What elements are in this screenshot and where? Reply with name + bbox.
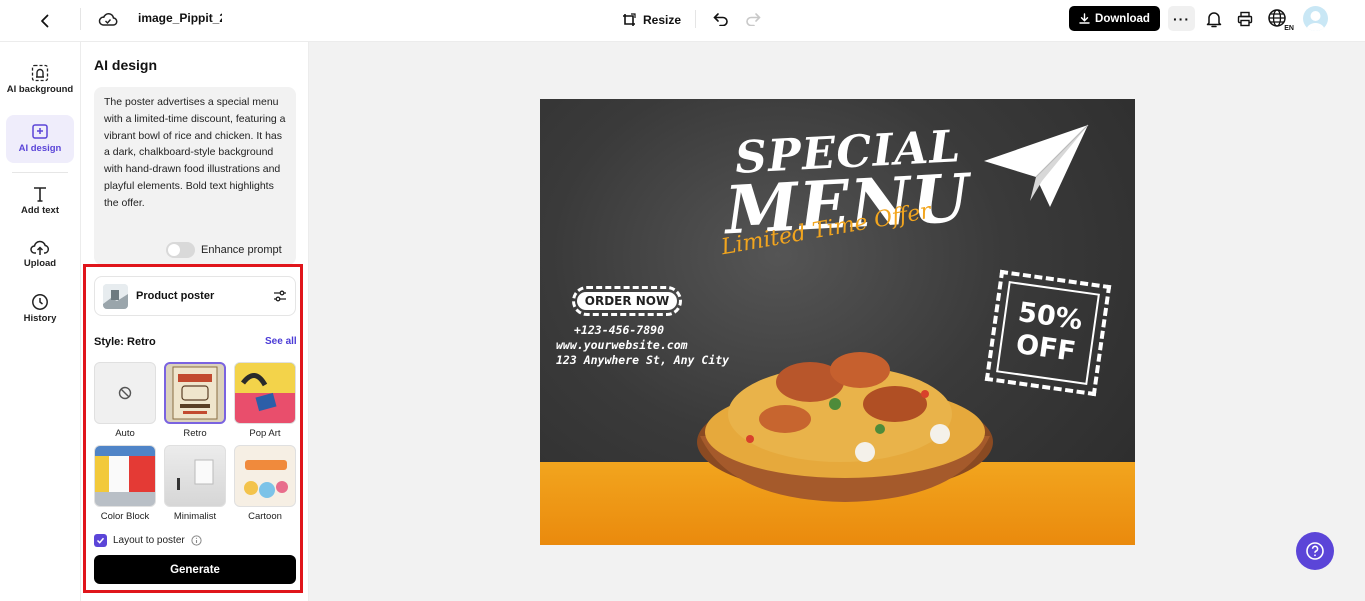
ai-background-icon xyxy=(31,64,49,81)
printer-icon xyxy=(1237,11,1253,27)
help-icon xyxy=(1306,542,1324,560)
info-icon[interactable] xyxy=(191,535,202,546)
style-label: Minimalist xyxy=(173,511,217,522)
offer-badge: 50% OFF xyxy=(984,269,1112,397)
file-name[interactable]: image_Pippit_20 xyxy=(138,11,222,25)
layout-to-poster-checkbox[interactable] xyxy=(94,534,107,547)
product-poster-selector[interactable]: Product poster xyxy=(94,276,296,316)
generate-button[interactable]: Generate xyxy=(94,555,296,584)
undo-icon xyxy=(713,13,728,26)
divider xyxy=(12,172,68,173)
style-label: Pop Art xyxy=(249,428,281,439)
more-button[interactable]: ··· xyxy=(1168,6,1195,31)
download-label: Download xyxy=(1095,12,1150,25)
rail-label: AI design xyxy=(18,142,62,154)
layout-to-poster-label: Layout to poster xyxy=(113,535,185,546)
product-poster-label: Product poster xyxy=(136,290,215,302)
download-icon xyxy=(1079,13,1090,24)
prompt-textarea[interactable]: The poster advertises a special menu wit… xyxy=(94,87,296,265)
rail-item-ai-background[interactable]: AI background xyxy=(6,54,74,106)
style-thumb-retro xyxy=(164,362,226,424)
more-icon: ··· xyxy=(1173,10,1190,27)
rail-item-ai-design[interactable]: AI design xyxy=(6,115,74,163)
style-card-retro[interactable]: Retro xyxy=(164,362,226,439)
language-code: EN xyxy=(1284,25,1294,32)
order-now-label: ORDER NOW xyxy=(576,292,678,310)
check-icon xyxy=(96,537,105,544)
upload-icon xyxy=(30,241,49,256)
style-thumb-color-block xyxy=(94,445,156,507)
prompt-text[interactable]: The poster advertises a special menu wit… xyxy=(104,94,288,212)
style-title: Style: Retro xyxy=(94,336,156,348)
style-card-minimalist[interactable]: Minimalist xyxy=(164,445,226,522)
product-poster-thumbnail xyxy=(103,283,128,309)
cloud-icon xyxy=(98,13,118,26)
food-bowl-image xyxy=(697,352,993,502)
style-card-auto[interactable]: Auto xyxy=(94,362,156,439)
poster-canvas[interactable]: SPECIAL MENU Limited Time Offer ORDER NO… xyxy=(540,99,1135,545)
printer-button[interactable] xyxy=(1234,8,1256,30)
style-label: Auto xyxy=(115,428,135,439)
user-avatar-icon xyxy=(1306,11,1325,31)
style-card-cartoon[interactable]: Cartoon xyxy=(234,445,296,522)
resize-button[interactable]: Resize xyxy=(622,8,681,32)
cloud-save-button[interactable] xyxy=(96,8,120,32)
style-thumb-auto xyxy=(94,362,156,424)
undo-button[interactable] xyxy=(710,8,732,30)
avatar[interactable] xyxy=(1303,6,1328,31)
rail-label: Upload xyxy=(23,258,57,270)
ai-design-icon xyxy=(32,124,48,139)
divider xyxy=(695,10,696,28)
help-button[interactable] xyxy=(1296,532,1334,570)
panel-title: AI design xyxy=(94,57,158,73)
bell-icon xyxy=(1206,12,1222,28)
paper-plane-icon xyxy=(984,124,1089,207)
notifications-button[interactable] xyxy=(1203,8,1225,30)
style-label: Cartoon xyxy=(248,511,282,522)
sliders-icon[interactable] xyxy=(273,289,287,303)
style-label: Retro xyxy=(183,428,207,439)
offer-off: OFF xyxy=(1014,328,1078,368)
language-button[interactable]: EN xyxy=(1265,6,1295,32)
enhance-prompt-toggle-row[interactable]: Enhance prompt xyxy=(166,242,282,258)
see-all-link[interactable]: See all xyxy=(265,336,297,347)
layout-to-poster-row[interactable]: Layout to poster xyxy=(94,534,202,547)
style-label: Color Block xyxy=(100,511,150,522)
download-button[interactable]: Download xyxy=(1069,6,1160,31)
style-thumb-cartoon xyxy=(234,445,296,507)
redo-button[interactable] xyxy=(742,8,764,30)
ai-design-panel: AI design The poster advertises a specia… xyxy=(81,42,309,601)
rail-item-history[interactable]: History xyxy=(6,288,74,330)
top-bar: image_Pippit_20 Resize Download ··· EN xyxy=(0,0,1365,42)
style-thumb-minimalist xyxy=(164,445,226,507)
offer-badge-inner: 50% OFF xyxy=(996,281,1100,385)
divider xyxy=(80,8,81,30)
history-icon xyxy=(32,293,48,310)
back-icon xyxy=(41,14,49,28)
style-card-color-block[interactable]: Color Block xyxy=(94,445,156,522)
rail-label: History xyxy=(23,312,57,324)
redo-icon xyxy=(746,13,761,26)
tool-rail: AI background AI design Add text Upload … xyxy=(0,42,81,601)
enhance-prompt-toggle[interactable] xyxy=(166,242,195,258)
resize-icon xyxy=(623,12,636,26)
style-card-pop-art[interactable]: Pop Art xyxy=(234,362,296,439)
style-thumb-pop-art xyxy=(234,362,296,424)
resize-label: Resize xyxy=(643,13,682,27)
text-icon xyxy=(34,187,46,202)
back-button[interactable] xyxy=(32,8,58,34)
enhance-prompt-label: Enhance prompt xyxy=(201,244,282,256)
rail-item-upload[interactable]: Upload xyxy=(6,234,74,276)
order-now-badge: ORDER NOW xyxy=(572,286,682,316)
rail-label: Add text xyxy=(21,204,59,216)
disabled-icon xyxy=(118,386,132,400)
canvas-area[interactable]: SPECIAL MENU Limited Time Offer ORDER NO… xyxy=(309,42,1365,601)
rail-item-add-text[interactable]: Add text xyxy=(6,180,74,222)
rail-label: AI background xyxy=(6,83,74,95)
